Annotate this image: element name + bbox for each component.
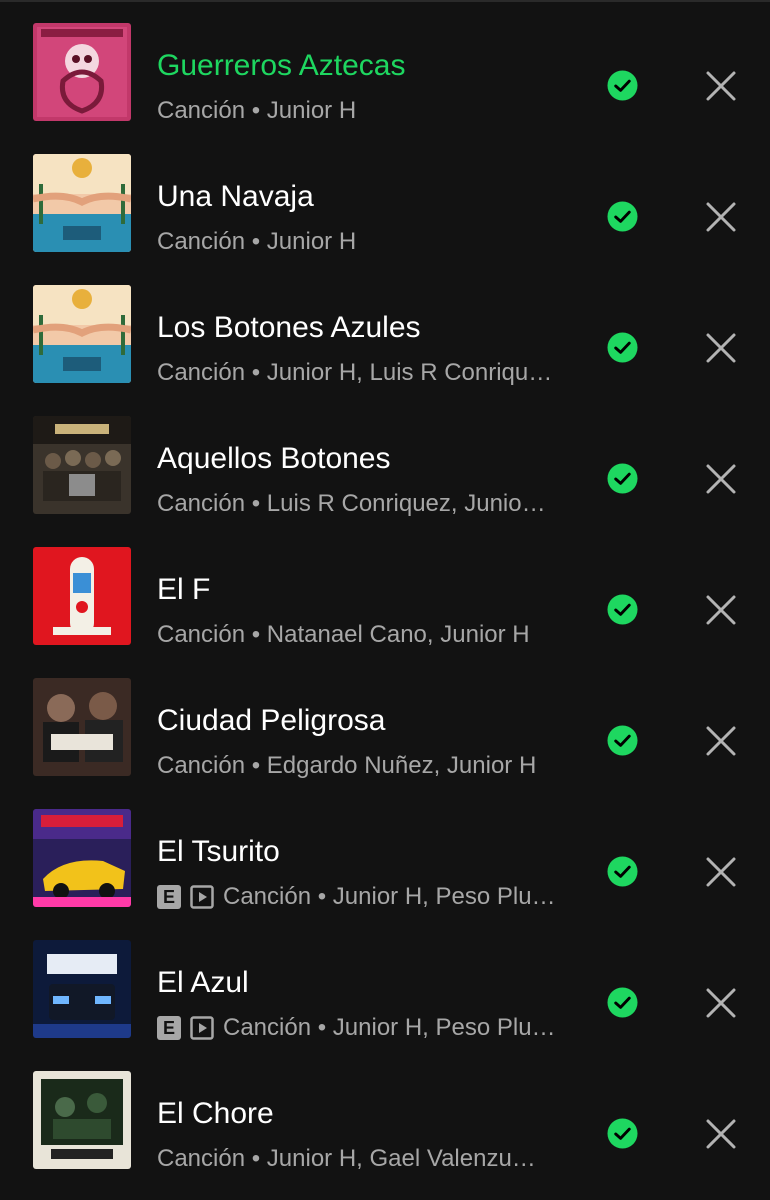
track-subtitle: Canción • Edgardo Nuñez, Junior H: [157, 751, 536, 781]
track-row[interactable]: Ciudad Peligrosa Canción • Edgardo Nuñez…: [0, 665, 770, 796]
track-row[interactable]: Guerreros Aztecas Canción • Junior H: [0, 10, 770, 141]
track-subtitle-text: Canción • Junior H, Luis R Conriqu…: [157, 359, 553, 386]
check-circle-icon[interactable]: [607, 987, 638, 1018]
track-subtitle-text: Canción • Junior H, Peso Plu…: [223, 883, 556, 910]
search-results-list: Guerreros Aztecas Canción • Junior H Una…: [0, 0, 770, 1200]
track-title[interactable]: Una Navaja: [157, 177, 314, 217]
track-subtitle-text: Canción • Junior H: [157, 228, 357, 255]
track-row[interactable]: El Chore Canción • Junior H, Gael Valenz…: [0, 1058, 770, 1189]
check-circle-icon[interactable]: [607, 332, 638, 363]
check-circle-icon[interactable]: [607, 201, 638, 232]
album-art: [33, 416, 131, 514]
explicit-badge: E: [157, 1016, 181, 1040]
album-art: [33, 1071, 131, 1169]
track-subtitle-text: Canción • Junior H, Peso Plu…: [223, 1014, 556, 1041]
track-title[interactable]: El Tsurito: [157, 832, 280, 872]
track-title[interactable]: El Azul: [157, 963, 249, 1003]
check-circle-icon[interactable]: [607, 856, 638, 887]
track-subtitle-text: Canción • Junior H: [157, 97, 357, 124]
track-subtitle: Canción • Junior H, Luis R Conriqu…: [157, 358, 577, 388]
track-title[interactable]: El F: [157, 570, 210, 610]
close-icon[interactable]: [705, 987, 737, 1019]
album-art: [33, 23, 131, 121]
album-art: [33, 678, 131, 776]
check-circle-icon[interactable]: [607, 594, 638, 625]
track-row[interactable]: Los Botones Azules Canción • Junior H, L…: [0, 272, 770, 403]
track-subtitle: Canción • Luis R Conriquez, Junio…: [157, 489, 577, 519]
album-art: [33, 809, 131, 907]
track-title[interactable]: Los Botones Azules: [157, 308, 421, 348]
divider: [0, 0, 770, 2]
track-title[interactable]: Aquellos Botones: [157, 439, 391, 479]
album-art: [33, 940, 131, 1038]
close-icon[interactable]: [705, 856, 737, 888]
check-circle-icon[interactable]: [607, 463, 638, 494]
explicit-badge: E: [157, 885, 181, 909]
close-icon[interactable]: [705, 725, 737, 757]
track-subtitle: Canción • Junior H: [157, 227, 356, 257]
track-subtitle: E Canción • Junior H, Peso Plu…: [157, 882, 577, 912]
album-art: [33, 154, 131, 252]
close-icon[interactable]: [705, 1118, 737, 1150]
track-subtitle: Canción • Junior H, Gael Valenzu…: [157, 1144, 562, 1174]
track-subtitle-text: Canción • Edgardo Nuñez, Junior H: [157, 752, 537, 779]
close-icon[interactable]: [705, 70, 737, 102]
track-subtitle: Canción • Junior H: [157, 96, 356, 126]
check-circle-icon[interactable]: [607, 725, 638, 756]
check-circle-icon[interactable]: [607, 1118, 638, 1149]
track-subtitle: E Canción • Junior H, Peso Plu…: [157, 1013, 577, 1043]
close-icon[interactable]: [705, 463, 737, 495]
track-subtitle-text: Canción • Luis R Conriquez, Junio…: [157, 490, 546, 517]
album-art: [33, 547, 131, 645]
check-circle-icon[interactable]: [607, 70, 638, 101]
track-title[interactable]: El Chore: [157, 1094, 274, 1134]
track-subtitle-text: Canción • Natanael Cano, Junior H: [157, 621, 530, 648]
track-title[interactable]: Guerreros Aztecas: [157, 46, 405, 86]
video-play-icon: [190, 1016, 214, 1040]
close-icon[interactable]: [705, 201, 737, 233]
track-row[interactable]: El F Canción • Natanael Cano, Junior H: [0, 534, 770, 665]
track-subtitle: Canción • Natanael Cano, Junior H: [157, 620, 530, 650]
track-row[interactable]: El Azul E Canción • Junior H, Peso Plu…: [0, 927, 770, 1058]
album-art: [33, 285, 131, 383]
close-icon[interactable]: [705, 332, 737, 364]
close-icon[interactable]: [705, 594, 737, 626]
track-row[interactable]: Una Navaja Canción • Junior H: [0, 141, 770, 272]
track-title[interactable]: Ciudad Peligrosa: [157, 701, 385, 741]
track-row[interactable]: El Tsurito E Canción • Junior H, Peso Pl…: [0, 796, 770, 927]
track-subtitle-text: Canción • Junior H, Gael Valenzu…: [157, 1145, 536, 1172]
track-row[interactable]: Aquellos Botones Canción • Luis R Conriq…: [0, 403, 770, 534]
video-play-icon: [190, 885, 214, 909]
